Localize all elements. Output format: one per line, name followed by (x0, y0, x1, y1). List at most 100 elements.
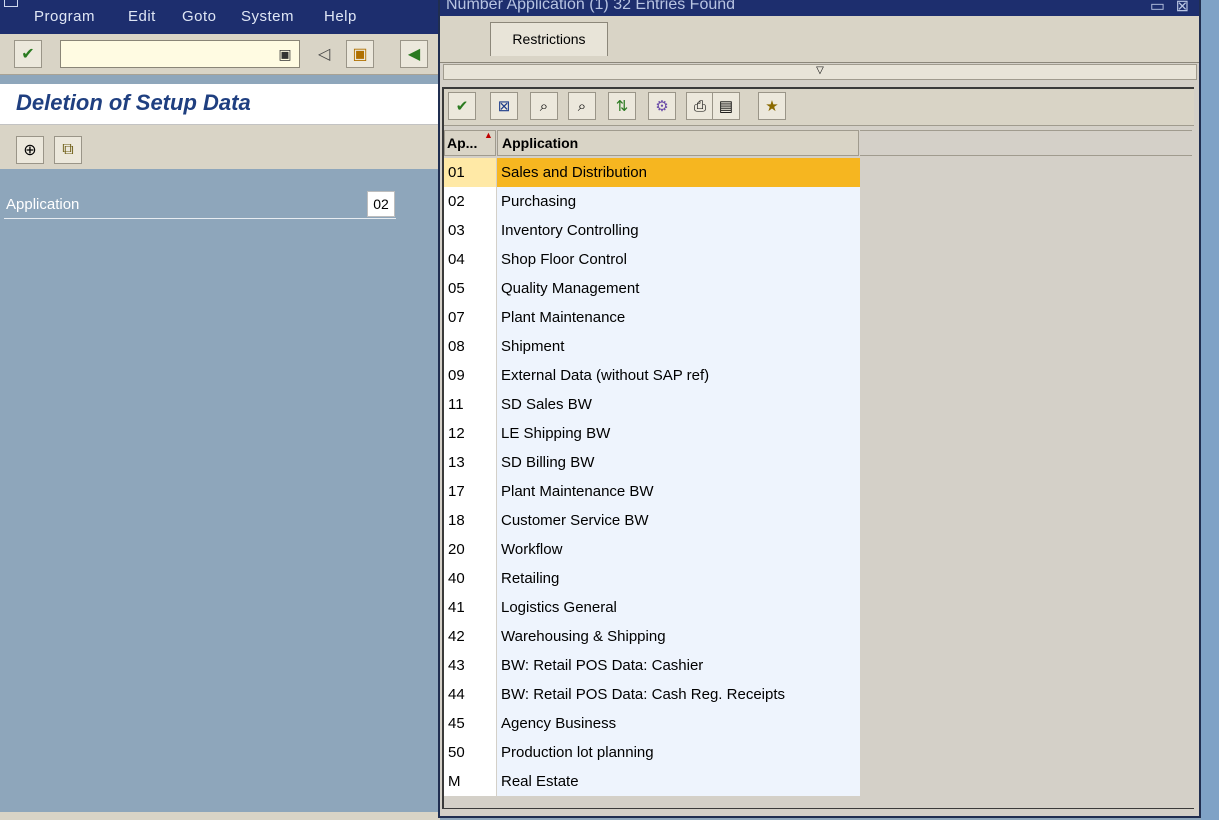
row-application[interactable]: External Data (without SAP ref) (497, 361, 860, 390)
row-code[interactable]: 03 (444, 216, 496, 245)
system-menu-icon[interactable] (4, 0, 18, 7)
table-row[interactable]: 02 Purchasing (444, 187, 860, 216)
row-code[interactable]: 42 (444, 622, 496, 651)
row-application[interactable]: Plant Maintenance (497, 303, 860, 332)
header-filler (860, 130, 1192, 156)
row-application[interactable]: Warehousing & Shipping (497, 622, 860, 651)
row-code[interactable]: 09 (444, 361, 496, 390)
table-row[interactable]: 07 Plant Maintenance (444, 303, 860, 332)
collapse-restrictions-bar[interactable]: ▽ (443, 64, 1197, 80)
row-code[interactable]: 17 (444, 477, 496, 506)
row-code[interactable]: 18 (444, 506, 496, 535)
table-row[interactable]: 01 Sales and Distribution (444, 158, 860, 187)
page-title: Deletion of Setup Data (16, 90, 251, 115)
row-code[interactable]: 12 (444, 419, 496, 448)
table-row[interactable]: 05 Quality Management (444, 274, 860, 303)
print-icon[interactable]: ⎙ (686, 92, 714, 120)
row-code[interactable]: 20 (444, 535, 496, 564)
execute-icon[interactable]: ⊕ (16, 136, 44, 164)
row-application[interactable]: Customer Service BW (497, 506, 860, 535)
personal-list-icon[interactable]: ★ (758, 92, 786, 120)
row-application[interactable]: BW: Retail POS Data: Cashier (497, 651, 860, 680)
table-row[interactable]: 50 Production lot planning (444, 738, 860, 767)
find-icon[interactable]: ⌕ (530, 92, 558, 120)
desktop-background (1201, 0, 1219, 820)
copy-check-icon[interactable]: ✔ (448, 92, 476, 120)
row-application[interactable]: Real Estate (497, 767, 860, 796)
menu-system[interactable]: System (241, 8, 294, 25)
close-icon[interactable]: ⊠ (1176, 0, 1189, 16)
row-application[interactable]: Workflow (497, 535, 860, 564)
table-row[interactable]: 42 Warehousing & Shipping (444, 622, 860, 651)
row-code[interactable]: 41 (444, 593, 496, 622)
enter-check-icon[interactable]: ✔ (14, 40, 42, 68)
row-application[interactable]: Sales and Distribution (497, 158, 860, 187)
row-application[interactable]: Production lot planning (497, 738, 860, 767)
row-code[interactable]: 05 (444, 274, 496, 303)
filter-icon[interactable]: ⚙ (648, 92, 676, 120)
row-code[interactable]: 07 (444, 303, 496, 332)
row-code[interactable]: 45 (444, 709, 496, 738)
row-application[interactable]: LE Shipping BW (497, 419, 860, 448)
row-code[interactable]: M (444, 767, 496, 796)
row-code[interactable]: 04 (444, 245, 496, 274)
row-application[interactable]: Quality Management (497, 274, 860, 303)
column-header-application[interactable]: Application (497, 130, 859, 156)
row-application[interactable]: Purchasing (497, 187, 860, 216)
details-icon[interactable]: ▤ (712, 92, 740, 120)
row-application[interactable]: SD Sales BW (497, 390, 860, 419)
minimize-icon[interactable]: ▭ (1150, 0, 1165, 16)
row-application[interactable]: Inventory Controlling (497, 216, 860, 245)
row-code[interactable]: 11 (444, 390, 496, 419)
row-code[interactable]: 01 (444, 158, 496, 187)
table-row[interactable]: 04 Shop Floor Control (444, 245, 860, 274)
row-code[interactable]: 02 (444, 187, 496, 216)
row-application[interactable]: SD Billing BW (497, 448, 860, 477)
table-row[interactable]: M Real Estate (444, 767, 860, 796)
table-row[interactable]: 08 Shipment (444, 332, 860, 361)
table-row[interactable]: 45 Agency Business (444, 709, 860, 738)
row-code[interactable]: 43 (444, 651, 496, 680)
table-row[interactable]: 17 Plant Maintenance BW (444, 477, 860, 506)
back-arrow-icon[interactable]: ◁ (318, 44, 330, 64)
find-next-icon[interactable]: ⌕ (568, 92, 596, 120)
menu-goto[interactable]: Goto (182, 8, 217, 25)
menu-edit[interactable]: Edit (128, 8, 156, 25)
row-code[interactable]: 50 (444, 738, 496, 767)
table-row[interactable]: 11 SD Sales BW (444, 390, 860, 419)
sort-icon[interactable]: ⇅ (608, 92, 636, 120)
table-row[interactable]: 12 LE Shipping BW (444, 419, 860, 448)
row-application[interactable]: Shop Floor Control (497, 245, 860, 274)
back-icon[interactable]: ◀ (400, 40, 428, 68)
table-row[interactable]: 40 Retailing (444, 564, 860, 593)
row-code[interactable]: 40 (444, 564, 496, 593)
row-code[interactable]: 44 (444, 680, 496, 709)
command-field[interactable] (60, 40, 300, 68)
save-icon[interactable]: ▣ (346, 40, 374, 68)
row-application[interactable]: Retailing (497, 564, 860, 593)
table-row[interactable]: 18 Customer Service BW (444, 506, 860, 535)
row-application[interactable]: Logistics General (497, 593, 860, 622)
application-label: Application (6, 196, 80, 213)
application-input[interactable]: 02 (367, 191, 395, 217)
cancel-icon[interactable]: ⊠ (490, 92, 518, 120)
table-row[interactable]: 20 Workflow (444, 535, 860, 564)
table-row[interactable]: 41 Logistics General (444, 593, 860, 622)
command-history-icon[interactable]: ▣ (276, 45, 294, 63)
table-row[interactable]: 03 Inventory Controlling (444, 216, 860, 245)
tab-restrictions[interactable]: Restrictions (490, 22, 608, 56)
table-row[interactable]: 44 BW: Retail POS Data: Cash Reg. Receipt… (444, 680, 860, 709)
row-code[interactable]: 13 (444, 448, 496, 477)
table-row[interactable]: 09 External Data (without SAP ref) (444, 361, 860, 390)
row-application[interactable]: BW: Retail POS Data: Cash Reg. Receipts (497, 680, 860, 709)
row-application[interactable]: Shipment (497, 332, 860, 361)
menu-help[interactable]: Help (324, 8, 357, 25)
row-application[interactable]: Plant Maintenance BW (497, 477, 860, 506)
row-application[interactable]: Agency Business (497, 709, 860, 738)
row-code[interactable]: 08 (444, 332, 496, 361)
copy-icon[interactable]: ⧉ (54, 136, 82, 164)
menu-program[interactable]: Program (34, 8, 95, 25)
table-row[interactable]: 43 BW: Retail POS Data: Cashier (444, 651, 860, 680)
result-list: 01 Sales and Distribution 02 Purchasing 03 In… (444, 158, 860, 796)
table-row[interactable]: 13 SD Billing BW (444, 448, 860, 477)
